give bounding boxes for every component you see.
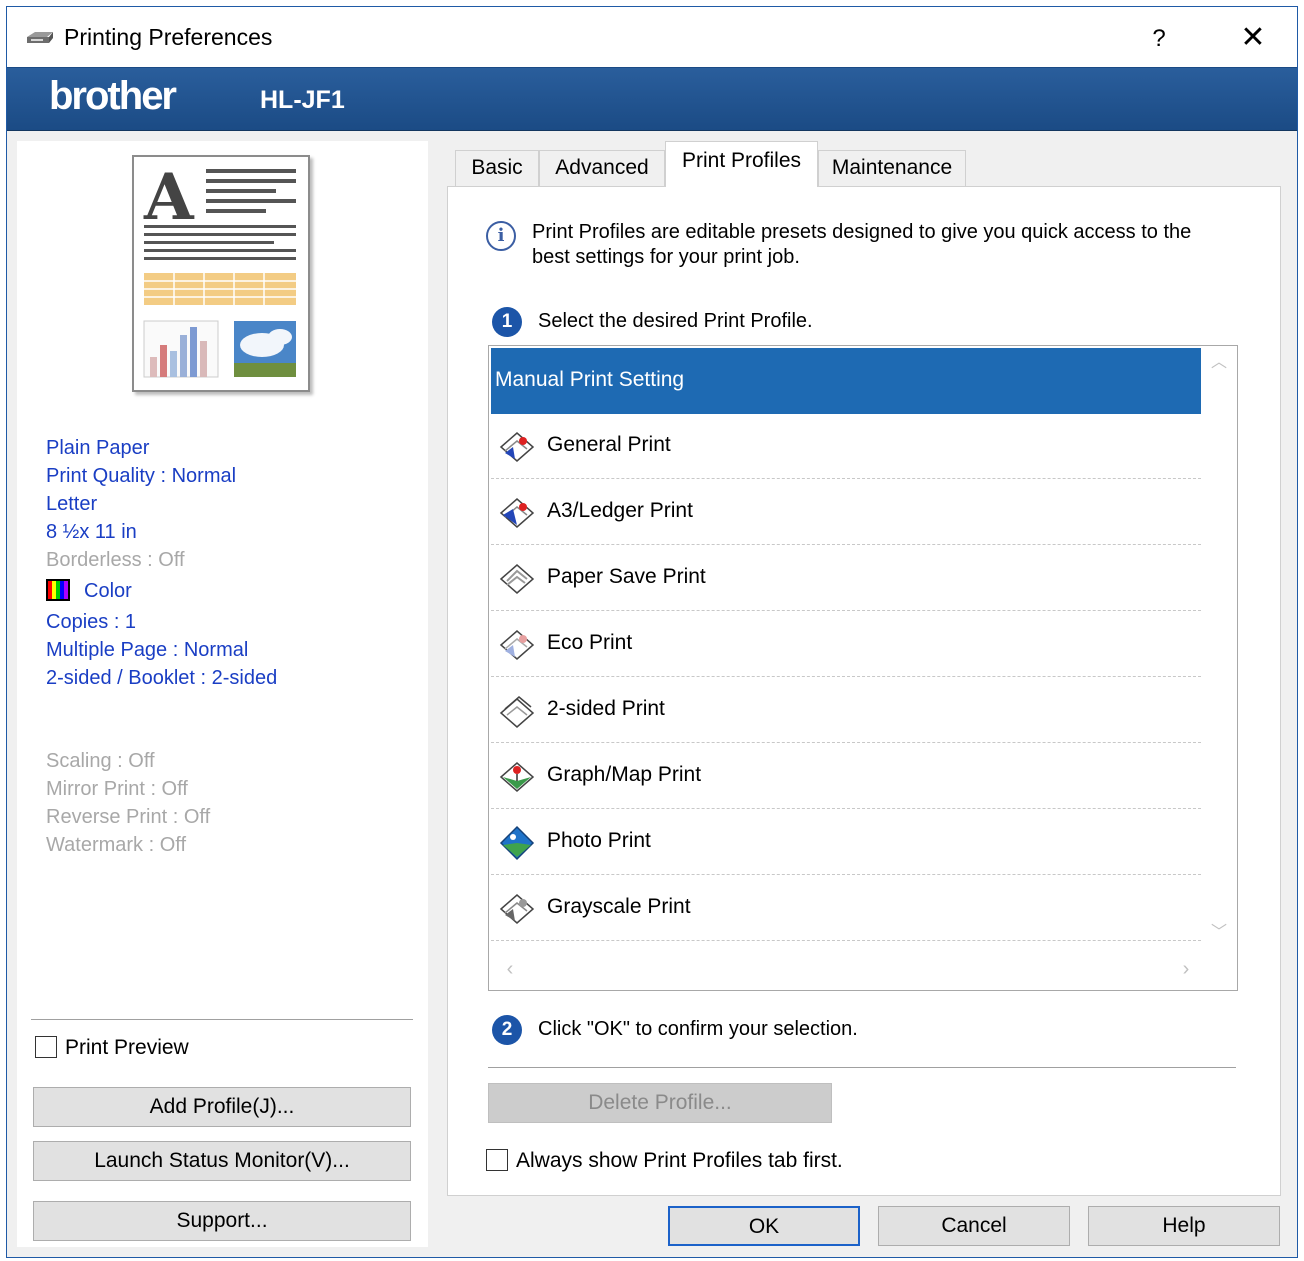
help-title-button[interactable]: ?: [1137, 19, 1181, 59]
list-item-label: A3/Ledger Print: [547, 499, 693, 522]
support-button[interactable]: Support...: [33, 1201, 411, 1241]
paper-dimensions-text: 8 ½x 11 in: [46, 521, 137, 543]
cancel-button[interactable]: Cancel: [878, 1206, 1070, 1246]
always-show-checkbox[interactable]: Always show Print Profiles tab first.: [486, 1149, 843, 1173]
settings-summary: Plain Paper Print Quality : Normal Lette…: [46, 434, 277, 692]
scroll-up-icon[interactable]: ︿: [1202, 348, 1236, 378]
document-preview-icon: A: [143, 160, 296, 378]
media-type-text: Plain Paper: [46, 437, 150, 459]
borderless-text: Borderless : Off: [46, 549, 185, 571]
delete-profile-button[interactable]: Delete Profile...: [488, 1083, 832, 1123]
list-item[interactable]: A3/Ledger Print: [491, 480, 1201, 545]
list-item[interactable]: Manual Print Setting: [491, 348, 1201, 414]
list-item-label: Eco Print: [547, 631, 633, 654]
scroll-left-icon[interactable]: ‹: [495, 952, 525, 988]
list-item[interactable]: Photo Print: [491, 810, 1201, 875]
copies-text: Copies : 1: [46, 611, 137, 633]
help-button[interactable]: Help: [1088, 1206, 1280, 1246]
checkbox-box[interactable]: [35, 1036, 57, 1058]
tab-maintenance[interactable]: Maintenance: [818, 150, 966, 186]
svg-text:A: A: [143, 160, 195, 235]
list-item-label: General Print: [547, 433, 671, 456]
brand-banner: brother HL-JF1: [7, 67, 1297, 131]
grayscale-print-icon: [499, 894, 535, 924]
launch-status-monitor-button[interactable]: Launch Status Monitor(V)...: [33, 1141, 411, 1181]
multiple-page-text: Multiple Page : Normal: [46, 639, 249, 661]
vertical-scrollbar[interactable]: ︿ ﹀: [1202, 346, 1236, 946]
divider: [31, 1019, 413, 1020]
step-one-badge: 1: [492, 307, 522, 337]
info-text: Print Profiles are editable presets desi…: [532, 221, 1192, 268]
ok-button[interactable]: OK: [668, 1206, 860, 1246]
print-preview-checkbox[interactable]: Print Preview: [35, 1036, 189, 1060]
horizontal-scrollbar[interactable]: ‹ ›: [491, 952, 1201, 988]
settings-summary-panel: A Plain Paper Print Quality: Normal Let…: [17, 141, 428, 1247]
graph-map-print-icon: [499, 762, 535, 792]
step-two-text: Click "OK" to confirm your selection.: [538, 1018, 858, 1040]
print-profiles-panel: i Print Profiles are editable presets de…: [447, 186, 1281, 1196]
info-icon: i: [486, 221, 516, 251]
scroll-right-icon[interactable]: ›: [1171, 952, 1201, 988]
step-two-badge: 2: [492, 1015, 522, 1045]
list-item-label: Manual Print Setting: [495, 368, 685, 391]
step-one-text: Select the desired Print Profile.: [538, 310, 813, 332]
paper-size-text: Letter: [46, 493, 98, 515]
list-item-label: Grayscale Print: [547, 895, 691, 918]
scroll-down-icon[interactable]: ﹀: [1202, 918, 1236, 948]
print-quality-text: Print Quality : Normal: [46, 465, 237, 487]
list-item-label: 2-sided Print: [547, 697, 665, 720]
close-button[interactable]: ✕: [1229, 17, 1277, 59]
color-mode-text: Color: [84, 580, 132, 602]
profile-list[interactable]: Manual Print Setting General Print A3/Le…: [488, 345, 1238, 991]
brother-logo: brother: [49, 74, 177, 118]
list-item-label: Paper Save Print: [547, 565, 706, 588]
tab-basic[interactable]: Basic: [455, 150, 539, 186]
list-item[interactable]: General Print: [491, 414, 1201, 479]
page-preview-thumbnail: A: [132, 155, 310, 392]
list-item-label: Photo Print: [547, 829, 651, 852]
list-item-label: Graph/Map Print: [547, 763, 702, 786]
two-sided-print-icon: [499, 696, 535, 728]
mirror-print-text: Mirror Print : Off: [46, 778, 188, 800]
tab-advanced[interactable]: Advanced: [539, 150, 665, 186]
list-item[interactable]: Graph/Map Print: [491, 744, 1201, 809]
secondary-settings-summary: Scaling : Off Mirror Print : Off Reverse…: [46, 747, 210, 859]
window-title: Printing Preferences: [64, 24, 273, 50]
always-show-label: Always show Print Profiles tab first.: [516, 1149, 843, 1172]
reverse-print-text: Reverse Print : Off: [46, 806, 211, 828]
list-item[interactable]: 2-sided Print: [491, 678, 1201, 743]
watermark-text: Watermark : Off: [46, 834, 187, 856]
color-swatch-icon: [46, 579, 70, 601]
title-bar: Printing Preferences ? ✕: [7, 7, 1297, 67]
photo-print-icon: [499, 825, 535, 861]
color-mode: Color: [46, 574, 277, 608]
printer-icon: [27, 32, 53, 43]
general-print-icon: [499, 432, 535, 462]
tab-print-profiles[interactable]: Print Profiles: [665, 141, 818, 187]
add-profile-button[interactable]: Add Profile(J)...: [33, 1087, 411, 1127]
list-item[interactable]: Grayscale Print: [491, 876, 1201, 941]
a3-ledger-print-icon: [499, 498, 535, 528]
scaling-text: Scaling : Off: [46, 750, 155, 772]
print-preview-label: Print Preview: [65, 1036, 189, 1059]
two-sided-text: 2-sided / Booklet : 2-sided: [46, 667, 278, 689]
paper-save-print-icon: [499, 564, 535, 594]
list-item[interactable]: Paper Save Print: [491, 546, 1201, 611]
divider: [488, 1067, 1236, 1068]
list-item[interactable]: Eco Print: [491, 612, 1201, 677]
printer-model: HL-JF1: [260, 86, 345, 114]
checkbox-box[interactable]: [486, 1149, 508, 1171]
eco-print-icon: [499, 630, 535, 660]
